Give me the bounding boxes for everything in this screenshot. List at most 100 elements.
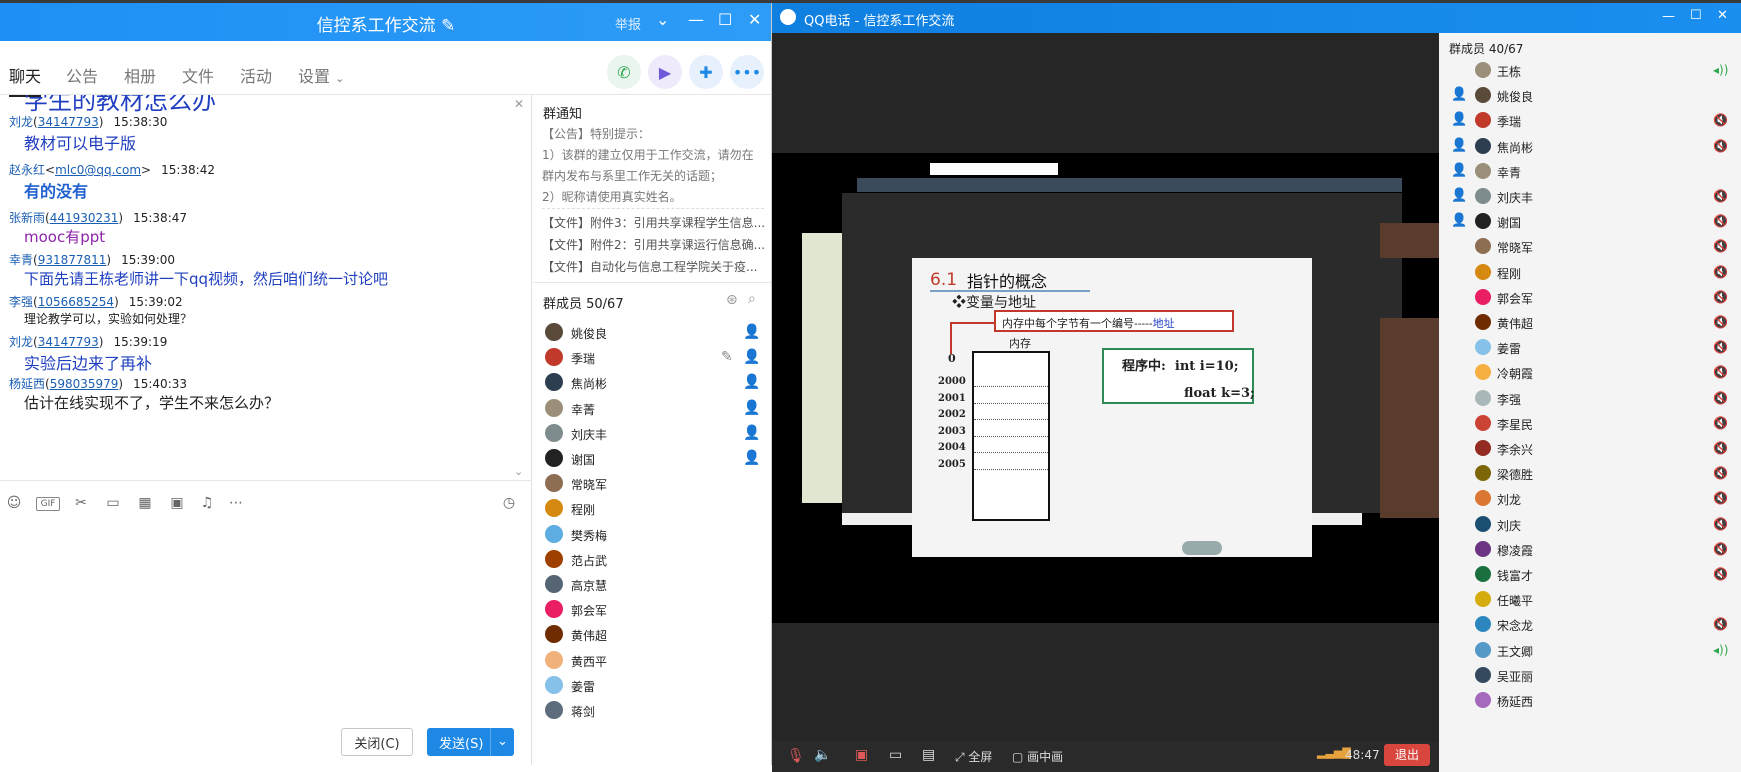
report-link[interactable]: 举报 (615, 14, 641, 33)
more-icon[interactable]: ••• (730, 55, 764, 89)
screen-share-icon[interactable]: ▭ (889, 747, 902, 763)
member-item[interactable]: 范占武 (545, 548, 765, 574)
notice-file[interactable]: 【文件】自动化与信息工程学院关于疫... (542, 258, 757, 275)
participant-item[interactable]: 王文卿 ◂)) (1451, 637, 1736, 665)
participant-item[interactable]: 杨延西 (1451, 687, 1736, 715)
participant-item[interactable]: 李星民 🔇 (1451, 410, 1736, 438)
sender-qq[interactable]: mlc0@qq.com (55, 163, 141, 177)
member-item[interactable]: 黄西平 (545, 649, 765, 675)
participant-item[interactable]: 刘庆 🔇 (1451, 511, 1736, 539)
speaker-icon[interactable]: 🔈 (814, 747, 831, 763)
member-item[interactable]: 谢国 👤 (545, 447, 765, 473)
notice-file[interactable]: 【文件】附件3：引用共享课程学生信息... (542, 214, 765, 231)
participant-item[interactable]: 程刚 🔇 (1451, 259, 1736, 287)
member-item[interactable]: 蒋剑 (545, 699, 765, 725)
send-button[interactable]: 发送(S) ⌄ (427, 728, 514, 756)
participant-item[interactable]: 钱富才 🔇 (1451, 561, 1736, 589)
participant-item[interactable]: 梁德胜 🔇 (1451, 460, 1736, 488)
pip-button[interactable]: ▢ 画中画 (1012, 748, 1063, 765)
tab-files[interactable]: 文件 (182, 63, 214, 87)
participant-item[interactable]: 郭会军 🔇 (1451, 284, 1736, 312)
participant-item[interactable]: 👤 姚俊良 (1451, 82, 1736, 110)
edit-icon[interactable]: ✎ (441, 16, 455, 36)
participant-item[interactable]: 👤 季瑞 🔇 (1451, 107, 1736, 135)
camera-off-icon[interactable]: ▣ (855, 747, 868, 763)
bell-icon[interactable]: ♫ (198, 495, 216, 513)
close-button[interactable]: 关闭(C) (341, 728, 413, 756)
maximize-icon[interactable]: ☐ (718, 10, 732, 29)
folder-icon[interactable]: ▭ (104, 495, 122, 513)
member-item[interactable]: 程刚 (545, 497, 765, 523)
member-item[interactable]: 幸菁 👤 (545, 397, 765, 423)
exit-call-button[interactable]: 退出 (1384, 744, 1430, 766)
member-item[interactable]: 常晓军 (545, 472, 765, 498)
mic-muted-icon[interactable]: 🎙 (787, 748, 805, 764)
participant-item[interactable]: 冷朝霞 🔇 (1451, 359, 1736, 387)
participant-item[interactable]: 👤 刘庆丰 🔇 (1451, 183, 1736, 211)
image-icon[interactable]: ▣ (168, 495, 186, 513)
member-item[interactable]: 姚俊良 👤 (545, 321, 765, 347)
gif-icon[interactable]: GIF (36, 497, 60, 511)
member-item[interactable]: 樊秀梅 (545, 523, 765, 549)
more-icon[interactable]: ⋯ (227, 495, 245, 513)
apps-icon[interactable]: ▦ (136, 495, 154, 513)
member-item[interactable]: 季瑞 👤 ✎ (545, 346, 765, 372)
edit-icon[interactable]: ✎ (721, 349, 733, 365)
group-settings-icon[interactable]: ⊛ (726, 292, 738, 308)
participant-item[interactable]: 吴亚丽 (1451, 662, 1736, 690)
message-list[interactable]: 学生的教材怎么办 ✕ 刘龙(34147793) 15:38:30 教材可以电子版 赵永… (0, 95, 532, 480)
minimize-icon[interactable]: — (1662, 9, 1675, 24)
sender-qq[interactable]: 931877811 (38, 253, 107, 267)
tab-announcement[interactable]: 公告 (66, 63, 98, 87)
sender-qq[interactable]: 34147793 (38, 115, 99, 129)
tab-album[interactable]: 相册 (124, 63, 156, 87)
participant-item[interactable]: 👤 焦尚彬 🔇 (1451, 133, 1736, 161)
close-icon[interactable]: ✕ (748, 10, 761, 29)
fullscreen-button[interactable]: ⤢ 全屏 (955, 748, 992, 765)
participant-item[interactable]: 李余兴 🔇 (1451, 435, 1736, 463)
member-item[interactable]: 刘庆丰 👤 (545, 422, 765, 448)
participant-item[interactable]: 王栋 ◂)) (1451, 57, 1736, 85)
notice-file[interactable]: 【文件】附件2：引用共享课运行信息确... (542, 236, 765, 253)
participant-item[interactable]: 宋念龙 🔇 (1451, 611, 1736, 639)
participant-item[interactable]: 李强 🔇 (1451, 385, 1736, 413)
participant-item[interactable]: 刘龙 🔇 (1451, 485, 1736, 513)
presentation-icon[interactable]: ▤ (922, 747, 935, 763)
participant-item[interactable]: 👤 幸青 (1451, 158, 1736, 186)
memory-cell-line (974, 435, 1048, 437)
maximize-icon[interactable]: ☐ (1690, 8, 1702, 23)
participant-item[interactable]: 姜雷 🔇 (1451, 334, 1736, 362)
video-call-icon[interactable]: ▶ (648, 55, 682, 89)
chevron-down-icon[interactable]: ⌄ (656, 10, 669, 29)
chevron-down-icon[interactable]: ⌄ (490, 728, 514, 756)
search-icon[interactable]: ⌕ (748, 291, 756, 307)
member-item[interactable]: 郭会军 (545, 598, 765, 624)
emoji-icon[interactable]: ☺ (5, 495, 23, 513)
member-item[interactable]: 黄伟超 (545, 623, 765, 649)
scissors-icon[interactable]: ✂ (72, 495, 90, 513)
message-input[interactable] (0, 521, 531, 681)
minimize-icon[interactable]: — (688, 10, 704, 29)
tab-chat[interactable]: 聊天 (9, 63, 42, 97)
sender-qq[interactable]: 34147793 (38, 335, 99, 349)
participant-item[interactable]: 常晓军 🔇 (1451, 233, 1736, 261)
tab-activity[interactable]: 活动 (240, 63, 272, 87)
member-item[interactable]: 姜雷 (545, 674, 765, 700)
participant-item[interactable]: 黄伟超 🔇 (1451, 309, 1736, 337)
scroll-down-icon[interactable]: ⌄ (514, 465, 523, 478)
sender-qq[interactable]: 441930231 (50, 211, 119, 225)
share-screen-icon[interactable]: ✚ (689, 55, 723, 89)
participant-item[interactable]: 👤 谢国 🔇 (1451, 208, 1736, 236)
member-item[interactable]: 焦尚彬 👤 (545, 371, 765, 397)
shared-screen-area[interactable]: 6.1 指针的概念 ❖变量与地址 内存中每个字节有一个编号-----地址 内存 … (772, 33, 1440, 772)
participant-item[interactable]: 穆凌霞 🔇 (1451, 536, 1736, 564)
close-icon[interactable]: ✕ (1717, 8, 1728, 23)
participant-item[interactable]: 任曦平 (1451, 586, 1736, 614)
phone-call-icon[interactable]: ✆ (607, 55, 641, 89)
sender-qq[interactable]: 1056685254 (38, 295, 114, 309)
member-item[interactable]: 高京慧 (545, 573, 765, 599)
sender-qq[interactable]: 598035979 (50, 377, 119, 391)
tab-settings[interactable]: 设置 ⌄ (298, 63, 344, 87)
close-icon[interactable]: ✕ (514, 97, 524, 111)
history-icon[interactable]: ◷ (500, 495, 518, 513)
